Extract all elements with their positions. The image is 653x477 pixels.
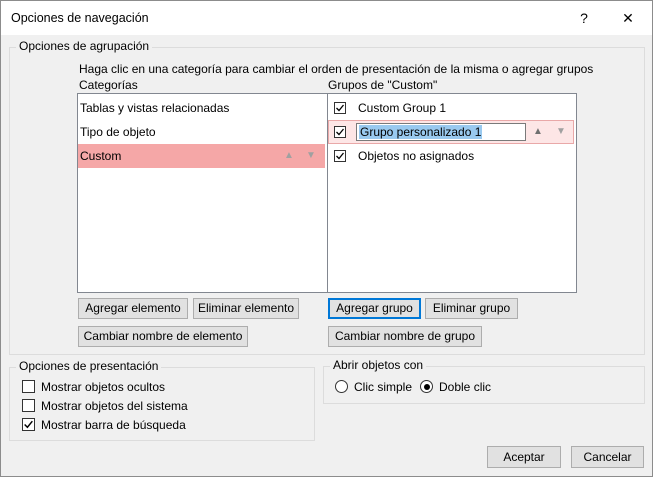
group-item[interactable]: Objetos no asignados — [328, 144, 574, 168]
group-visible-checkbox[interactable] — [334, 126, 346, 138]
single-click-label: Clic simple — [354, 380, 413, 394]
open-objects-label: Abrir objetos con — [330, 358, 427, 372]
grouping-options-label: Opciones de agrupación — [16, 39, 153, 53]
categories-label: Categorías — [79, 78, 138, 92]
categories-listbox[interactable]: Tablas y vistas relacionadas Tipo de obj… — [77, 93, 328, 293]
show-system-label: Mostrar objetos del sistema — [41, 399, 188, 413]
display-options-label: Opciones de presentación — [16, 359, 162, 373]
delete-group-button[interactable]: Eliminar grupo — [425, 298, 518, 319]
group-item-editing[interactable]: Grupo personalizado 1 ▲ ▼ — [328, 120, 574, 144]
show-hidden-label: Mostrar objetos ocultos — [41, 380, 166, 394]
show-search-bar-checkbox[interactable] — [22, 418, 35, 431]
show-hidden-checkbox[interactable] — [22, 380, 35, 393]
category-item[interactable]: Tablas y vistas relacionadas — [78, 96, 325, 120]
groups-label: Grupos de "Custom" — [328, 78, 438, 92]
group-name-input[interactable]: Grupo personalizado 1 — [356, 123, 526, 141]
group-visible-checkbox[interactable] — [334, 150, 346, 162]
cancel-button[interactable]: Cancelar — [571, 446, 644, 468]
category-item-selected[interactable]: Custom ▲ ▼ — [78, 144, 325, 168]
ok-button[interactable]: Aceptar — [487, 446, 561, 468]
help-icon[interactable]: ? — [571, 7, 597, 29]
close-icon[interactable]: ✕ — [615, 7, 641, 29]
show-search-bar-label: Mostrar barra de búsqueda — [41, 418, 186, 432]
single-click-radio[interactable] — [335, 380, 348, 393]
radio-selected-dot — [423, 383, 430, 390]
category-item[interactable]: Tipo de objeto — [78, 120, 325, 144]
move-down-icon[interactable]: ▼ — [552, 120, 570, 144]
instructions-text: Haga clic en una categoría para cambiar … — [79, 62, 594, 76]
move-down-icon[interactable]: ▼ — [302, 144, 320, 168]
move-up-icon[interactable]: ▲ — [280, 144, 298, 168]
group-name-text: Grupo personalizado 1 — [359, 125, 483, 139]
delete-item-button[interactable]: Eliminar elemento — [193, 298, 299, 319]
show-system-checkbox[interactable] — [22, 399, 35, 412]
title-bar: Opciones de navegación ? ✕ — [1, 1, 652, 35]
add-group-button[interactable]: Agregar grupo — [328, 298, 421, 319]
double-click-radio[interactable] — [420, 380, 433, 393]
double-click-label: Doble clic — [439, 380, 492, 394]
rename-group-button[interactable]: Cambiar nombre de grupo — [328, 326, 482, 347]
move-up-icon[interactable]: ▲ — [529, 120, 547, 144]
navigation-options-dialog: Opciones de navegación ? ✕ Opciones de a… — [0, 0, 653, 477]
dialog-title: Opciones de navegación — [11, 11, 149, 25]
rename-item-button[interactable]: Cambiar nombre de elemento — [78, 326, 248, 347]
group-item[interactable]: Custom Group 1 — [328, 96, 574, 120]
groups-listbox[interactable]: Custom Group 1 Grupo personalizado 1 ▲ ▼… — [327, 93, 577, 293]
group-visible-checkbox[interactable] — [334, 102, 346, 114]
add-item-button[interactable]: Agregar elemento — [78, 298, 188, 319]
